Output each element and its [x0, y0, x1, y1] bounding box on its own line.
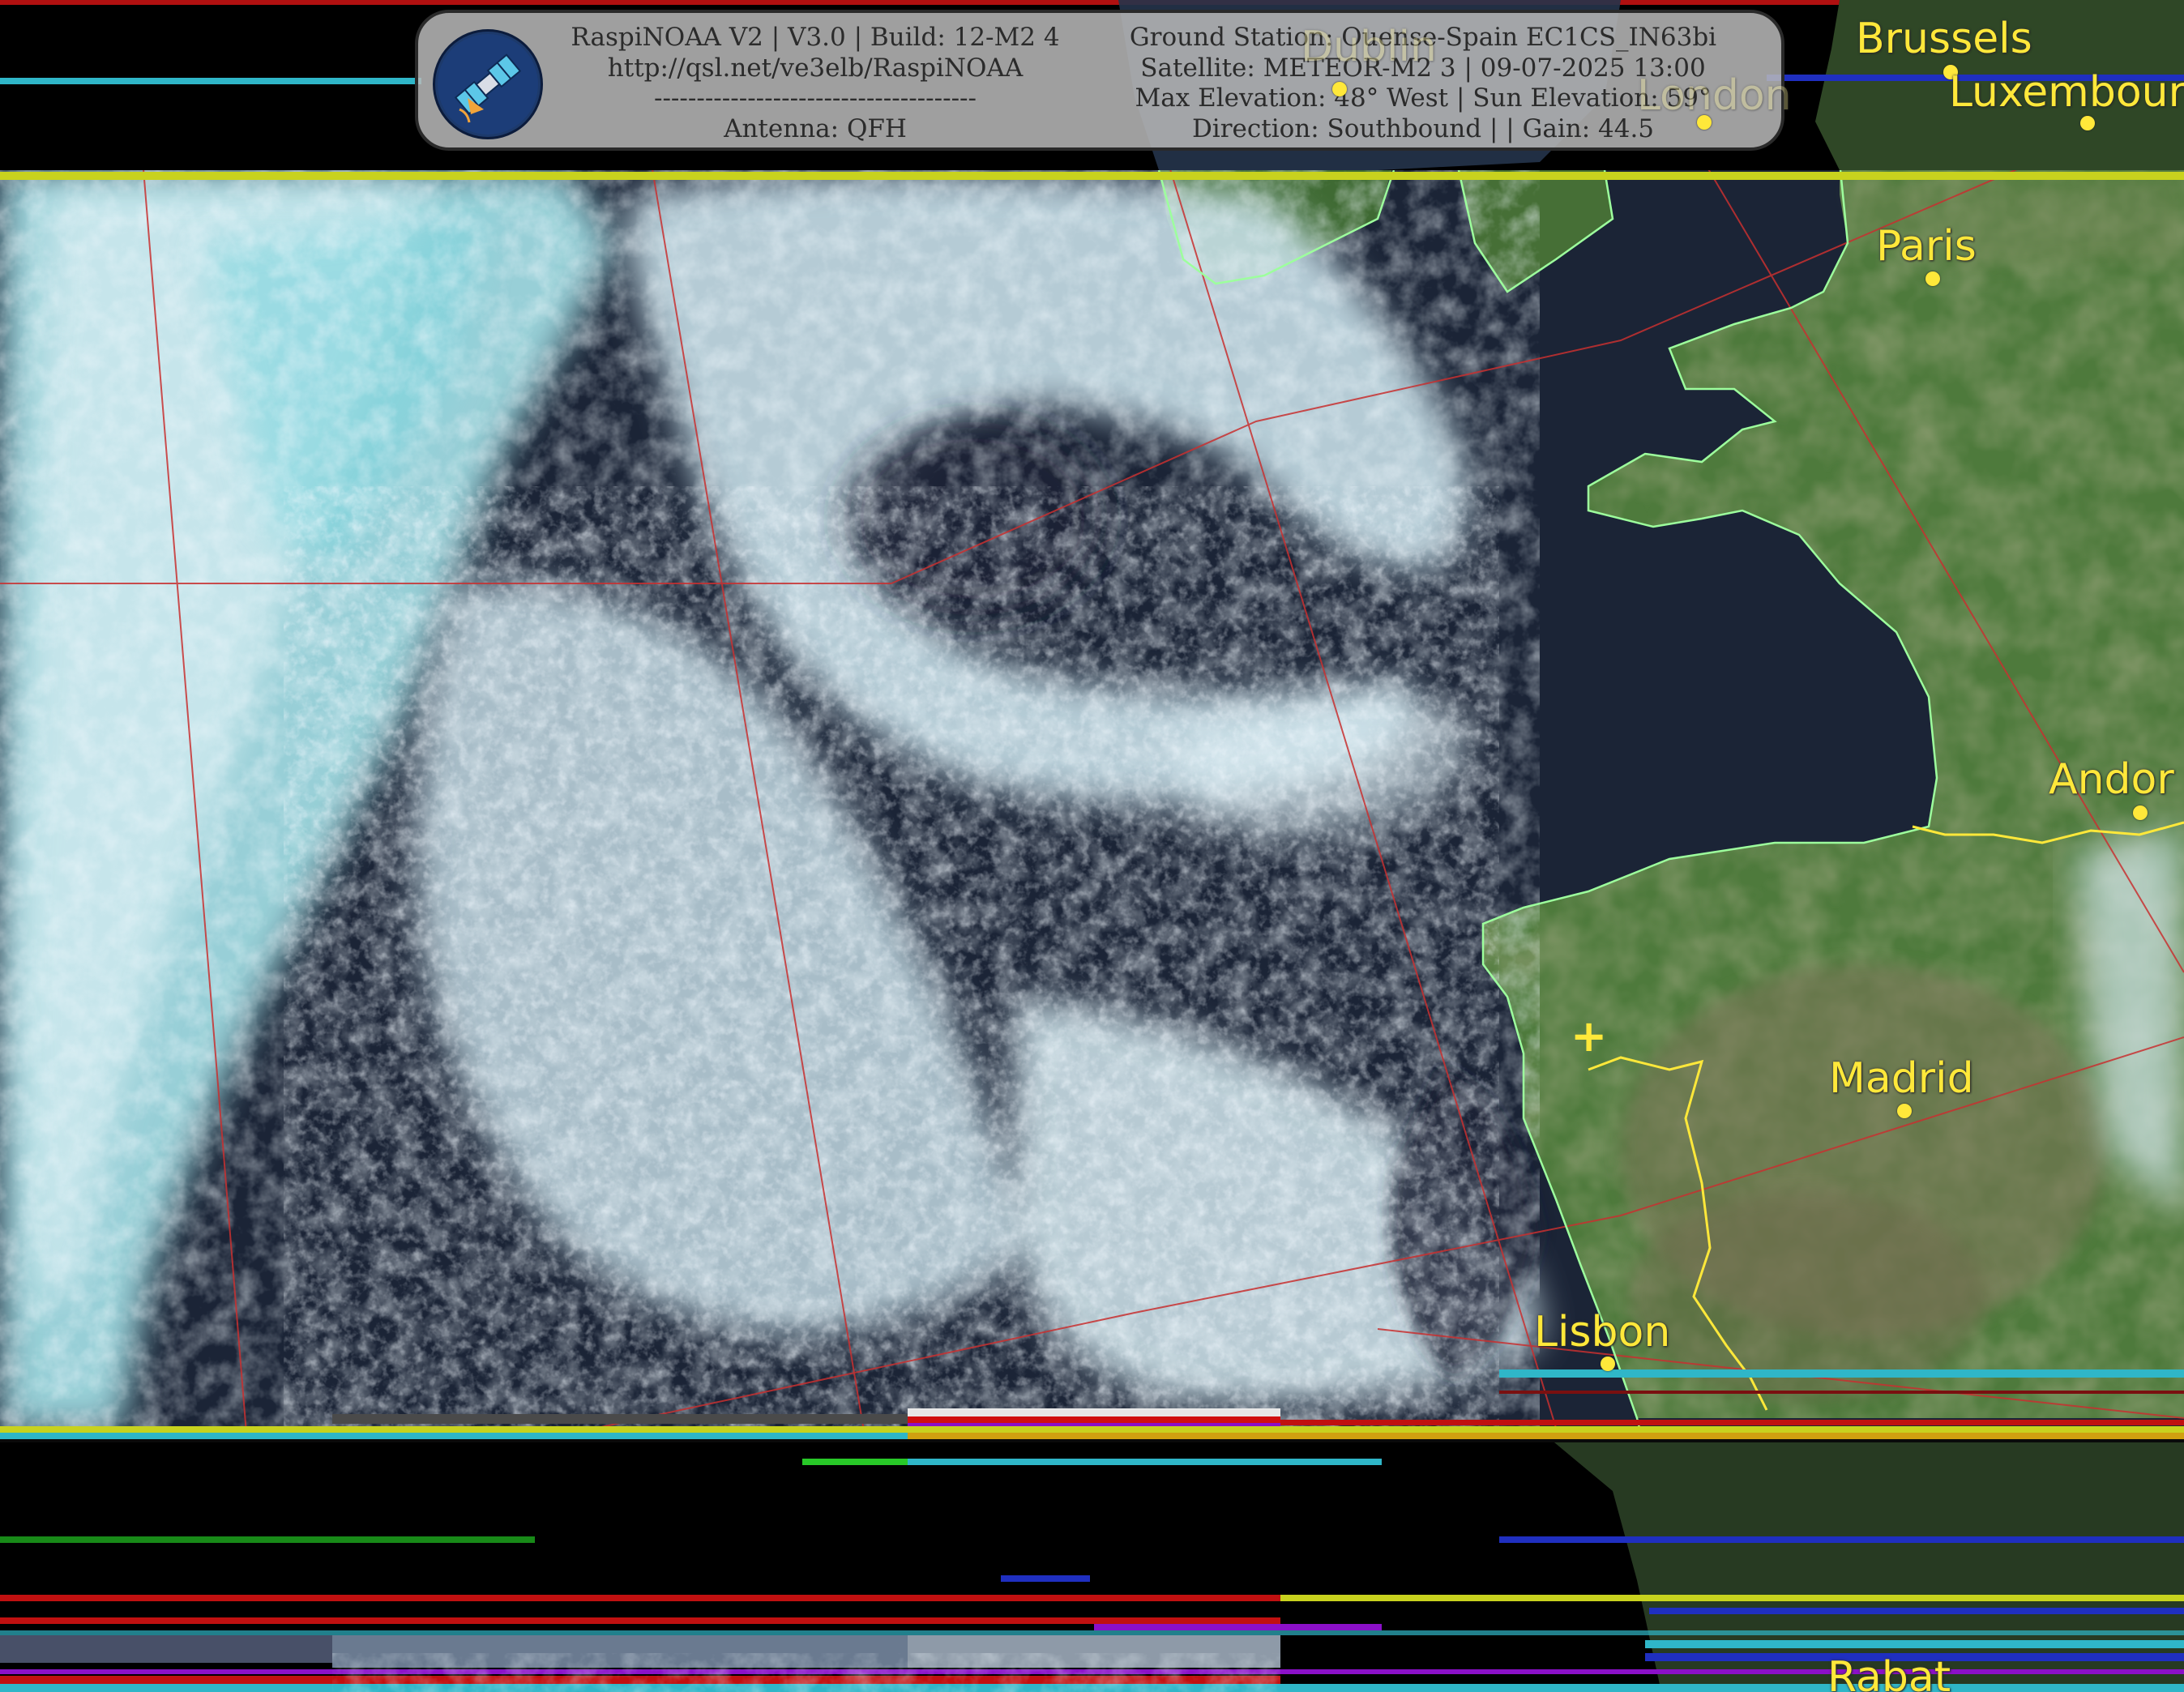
- satellite-map: [0, 0, 2184, 1692]
- pass-info-panel: RaspiNOAA V2 | V3.0 | Build: 12-M2 4 htt…: [415, 10, 1784, 151]
- separator-line: --------------------------------------: [653, 83, 977, 113]
- city-dot-lisbon: [1601, 1357, 1615, 1371]
- city-label-rabat: Rabat: [1827, 1653, 1951, 1692]
- satellite-image-viewer: RaspiNOAA V2 | V3.0 | Build: 12-M2 4 htt…: [0, 0, 2184, 1692]
- city-label-paris: Paris: [1876, 222, 1977, 271]
- city-label-madrid: Madrid: [1829, 1054, 1974, 1103]
- city-dot-andorra: [2133, 805, 2148, 820]
- city-label-luxembourg: Luxembour: [1949, 68, 2184, 117]
- satellite-logo-icon: [433, 29, 543, 139]
- ground-station-marker-icon: +: [1571, 1010, 1608, 1062]
- antenna-line: Antenna: QFH: [724, 113, 907, 143]
- build-info-block: RaspiNOAA V2 | V3.0 | Build: 12-M2 4 htt…: [564, 23, 1066, 144]
- city-dot-madrid: [1897, 1104, 1912, 1118]
- city-dot-paris: [1925, 271, 1940, 286]
- city-label-london: London: [1637, 71, 1792, 120]
- city-label-brussels: Brussels: [1856, 15, 2032, 63]
- city-label-dublin: Dublin: [1301, 23, 1437, 71]
- city-label-andorra: Andor: [2049, 755, 2174, 804]
- city-dot-dublin: [1332, 82, 1347, 96]
- city-label-lisbon: Lisbon: [1534, 1308, 1671, 1357]
- website-line: http://qsl.net/ve3elb/RaspiNOAA: [607, 53, 1024, 83]
- build-line: RaspiNOAA V2 | V3.0 | Build: 12-M2 4: [571, 23, 1060, 52]
- city-dot-luxembourg: [2080, 116, 2095, 130]
- city-dot-london: [1697, 115, 1712, 130]
